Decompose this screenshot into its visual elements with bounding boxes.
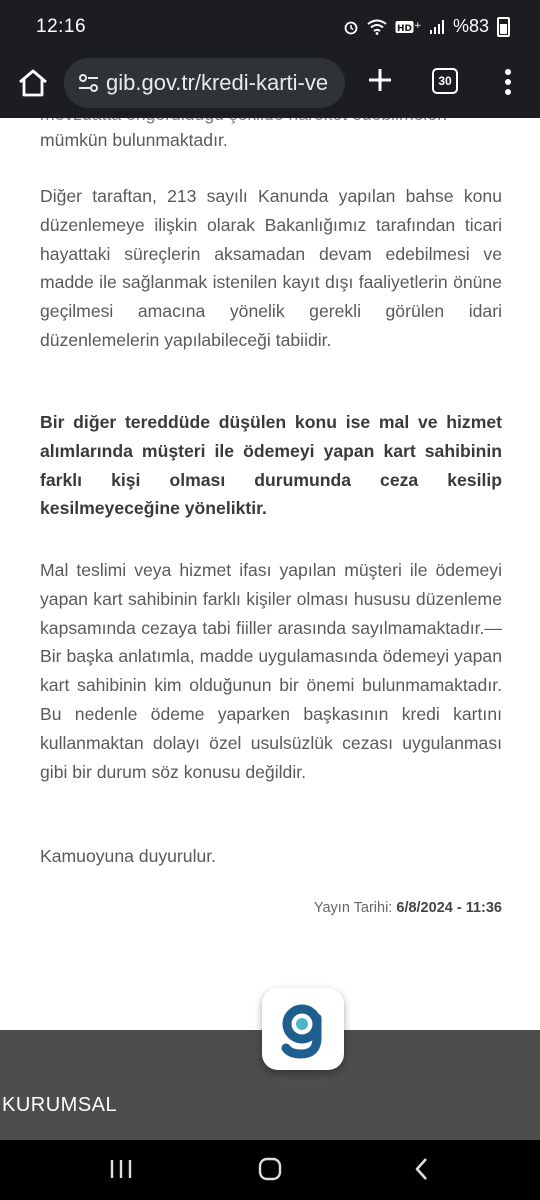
alarm-icon [344,21,358,34]
system-nav-bar [0,1140,540,1200]
signal-icon [429,19,444,34]
url-bar[interactable]: gib.gov.tr/kredi-karti-ve [64,58,345,108]
home-icon[interactable] [14,64,52,102]
battery-icon [497,16,510,37]
article-paragraph-2: Bir diğer tereddüde düşülen konu ise mal… [40,412,502,519]
back-icon[interactable] [410,1156,434,1182]
publish-date: Yayın Tarihi: 6/8/2024 - 11:36 [314,900,502,916]
wifi-icon [367,19,387,35]
new-tab-icon[interactable] [362,62,398,98]
footer-section-kurumsal[interactable]: KURUMSAL [2,1094,117,1117]
publish-date-value: 6/8/2024 - 11:36 [396,900,502,916]
status-bar: 12:16 HD + %83 [0,0,540,56]
home-nav-icon[interactable] [258,1157,282,1181]
gib-logo [281,1004,322,1059]
publish-date-label: Yayın Tarihi: [313,900,393,916]
status-icons: HD + %83 [343,16,510,37]
browser-toolbar: gib.gov.tr/kredi-karti-ve 30 [0,56,540,118]
site-settings-icon[interactable] [76,70,102,96]
svg-text:HD: HD [397,24,412,34]
article-paragraph-4: Kamuoyuna duyurulur. [40,846,217,866]
article-paragraph-1: Diğer taraftan, 213 sayılı Kanunda yapıl… [40,186,502,350]
svg-text:+: + [414,21,421,31]
tab-switcher-button[interactable]: 30 [432,68,458,94]
recent-apps-icon[interactable] [108,1157,134,1181]
status-time: 12:16 [36,16,87,37]
article-paragraph-3: Mal teslimi veya hizmet ifası yapılan mü… [40,560,502,782]
url-text[interactable]: gib.gov.tr/kredi-karti-ve [106,70,328,96]
more-menu-icon[interactable] [498,66,518,98]
volte-icon: HD + [395,20,421,34]
gib-logo-button[interactable] [262,988,344,1070]
article-paragraph-0: mümkün bulunmaktadır. [40,130,228,150]
battery-percent: %83 [452,16,489,36]
page-content[interactable]: mevzuatta öngörüldüğü şekilde hareket ed… [0,118,540,1030]
